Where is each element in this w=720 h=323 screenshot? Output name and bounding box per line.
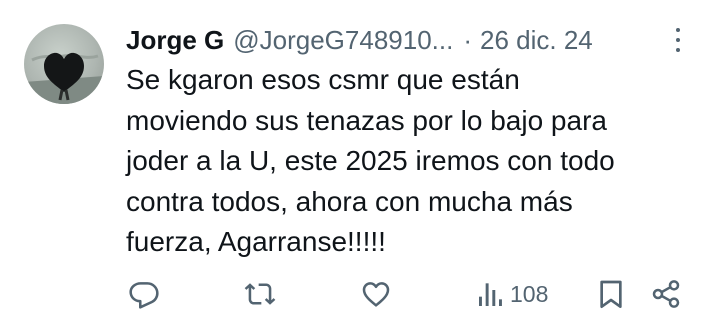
share-icon	[652, 280, 680, 308]
author-name[interactable]: Jorge G	[126, 20, 224, 60]
tweet-text: Se kgaron esos csmr que están moviendo s…	[126, 64, 615, 257]
views-button[interactable]: 108	[476, 274, 548, 314]
separator-dot: ·	[463, 25, 473, 55]
avatar[interactable]	[24, 24, 104, 104]
views-icon	[479, 283, 502, 306]
author-handle[interactable]: @JorgeG748910...	[233, 20, 453, 60]
like-button[interactable]	[360, 274, 392, 314]
share-button[interactable]	[650, 274, 682, 314]
retweet-icon	[244, 283, 276, 305]
more-dot	[676, 28, 680, 32]
retweet-button[interactable]	[244, 274, 276, 314]
tweet[interactable]: Jorge G @JorgeG748910... · 26 dic. 24 Se…	[0, 0, 720, 323]
action-bar: 108	[0, 274, 720, 314]
tweet-date[interactable]: 26 dic. 24	[480, 20, 593, 60]
more-dot	[676, 48, 680, 52]
reply-button[interactable]	[128, 274, 160, 314]
reply-icon	[129, 282, 159, 309]
heart-avatar-image	[24, 52, 104, 104]
more-vertical-icon[interactable]	[668, 24, 688, 56]
tweet-header: Jorge G @JorgeG748910... · 26 dic. 24	[126, 20, 686, 60]
bookmark-button[interactable]	[596, 274, 626, 314]
views-count: 108	[510, 280, 549, 307]
bookmark-icon	[600, 280, 622, 308]
like-icon	[362, 282, 390, 307]
more-dot	[676, 38, 680, 42]
